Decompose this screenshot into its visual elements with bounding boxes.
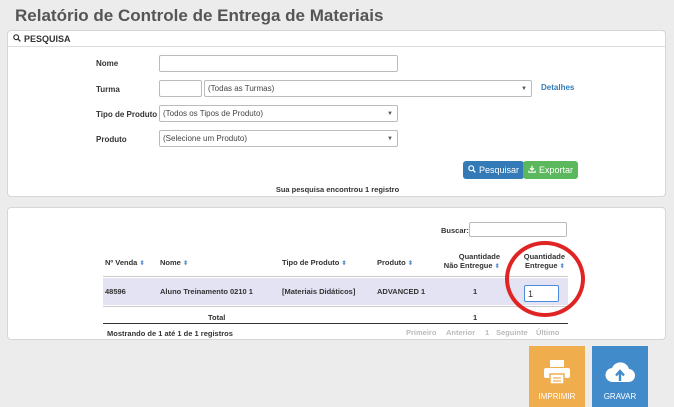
cell-nome: Aluno Treinamento 0210 1 xyxy=(160,287,253,296)
save-button-label: GRAVAR xyxy=(603,392,637,401)
turma-code-input[interactable] xyxy=(159,80,202,97)
page-title: Relatório de Controle de Entrega de Mate… xyxy=(15,6,384,25)
turma-label: Turma xyxy=(96,85,120,94)
cell-tipo: [Materiais Didáticos] xyxy=(282,287,356,296)
search-icon xyxy=(13,33,21,44)
pesquisar-button-label: Pesquisar xyxy=(479,165,520,175)
column-header-entregue[interactable]: Quantidade Entregue ⬍ xyxy=(513,252,565,271)
column-header-nome-label: Nome xyxy=(160,258,181,267)
total-label: Total xyxy=(208,313,226,322)
sort-icon: ⬍ xyxy=(341,260,347,267)
total-value: 1 xyxy=(473,313,478,322)
chevron-down-icon: ▼ xyxy=(387,136,393,142)
column-header-produto-label: Produto xyxy=(377,258,406,267)
search-panel-title: PESQUISA xyxy=(24,33,71,44)
sort-icon: ⬍ xyxy=(407,260,414,267)
sort-icon: ⬍ xyxy=(559,263,565,270)
buscar-label: Buscar: xyxy=(441,226,469,235)
print-button-label: IMPRIMIR xyxy=(538,392,576,401)
pager-next[interactable]: Seguinte xyxy=(496,328,528,337)
cell-produto: ADVANCED 1 xyxy=(377,287,426,296)
sort-icon: ⬍ xyxy=(139,260,145,267)
table-footer-line xyxy=(103,323,568,324)
column-header-nao-entregue[interactable]: Quantidade Não Entregue ⬍ xyxy=(440,252,500,271)
column-header-tipo[interactable]: Tipo de Produto ⬍ xyxy=(282,258,347,268)
cell-venda: 48596 xyxy=(105,287,126,296)
printer-icon xyxy=(543,359,571,392)
pager-last[interactable]: Último xyxy=(536,328,559,337)
exportar-button[interactable]: Exportar xyxy=(523,161,579,179)
produto-select[interactable]: (Selecione um Produto) ▼ xyxy=(159,130,398,147)
turma-select-value: (Todas as Turmas) xyxy=(208,84,275,93)
download-icon xyxy=(528,165,536,175)
cell-nao-entregue: 1 xyxy=(473,287,478,296)
column-header-venda[interactable]: Nº Venda ⬍ xyxy=(105,258,145,268)
chevron-down-icon: ▼ xyxy=(387,111,393,117)
cloud-upload-icon xyxy=(605,361,636,392)
exportar-button-label: Exportar xyxy=(539,165,574,175)
search-panel-heading: PESQUISA xyxy=(8,31,665,47)
sort-icon: ⬍ xyxy=(494,263,500,270)
column-header-nome[interactable]: Nome ⬍ xyxy=(160,258,188,268)
save-button[interactable]: GRAVAR xyxy=(592,346,648,407)
pager-previous[interactable]: Anterior xyxy=(446,328,475,337)
nome-input[interactable] xyxy=(159,55,398,72)
chevron-down-icon: ▼ xyxy=(521,86,527,92)
produto-select-value: (Selecione um Produto) xyxy=(163,134,248,143)
tipo-produto-select[interactable]: (Todos os Tipos de Produto) ▼ xyxy=(159,105,398,122)
tipo-produto-label: Tipo de Produto xyxy=(96,110,158,119)
search-result-message: Sua pesquisa encontrou 1 registro xyxy=(275,185,400,194)
print-button[interactable]: IMPRIMIR xyxy=(529,346,585,407)
pager-page[interactable]: 1 xyxy=(485,328,489,337)
table-divider xyxy=(103,306,568,307)
column-header-venda-label: Nº Venda xyxy=(105,258,138,267)
column-header-entregue-line1: Quantidade xyxy=(523,252,565,261)
pager-first[interactable]: Primeiro xyxy=(406,328,436,337)
column-header-produto[interactable]: Produto ⬍ xyxy=(377,258,413,268)
table-info: Mostrando de 1 até 1 de 1 registros xyxy=(107,329,233,338)
column-header-entregue-line2: Entregue xyxy=(525,261,558,270)
results-panel xyxy=(7,207,666,340)
buscar-input[interactable] xyxy=(469,222,567,237)
column-header-nao-entregue-line1: Quantidade xyxy=(458,252,500,261)
column-header-tipo-label: Tipo de Produto xyxy=(282,258,340,267)
turma-select[interactable]: (Todas as Turmas) ▼ xyxy=(204,80,532,97)
search-icon xyxy=(468,165,476,175)
detalhes-link[interactable]: Detalhes xyxy=(541,83,574,92)
pesquisar-button[interactable]: Pesquisar xyxy=(463,161,525,179)
tipo-produto-select-value: (Todos os Tipos de Produto) xyxy=(163,109,264,118)
produto-label: Produto xyxy=(96,135,127,144)
quantidade-entregue-input[interactable] xyxy=(524,285,559,302)
sort-icon: ⬍ xyxy=(182,260,189,267)
nome-label: Nome xyxy=(96,59,119,68)
column-header-nao-entregue-line2: Não Entregue xyxy=(443,261,493,270)
table-divider xyxy=(103,276,568,277)
